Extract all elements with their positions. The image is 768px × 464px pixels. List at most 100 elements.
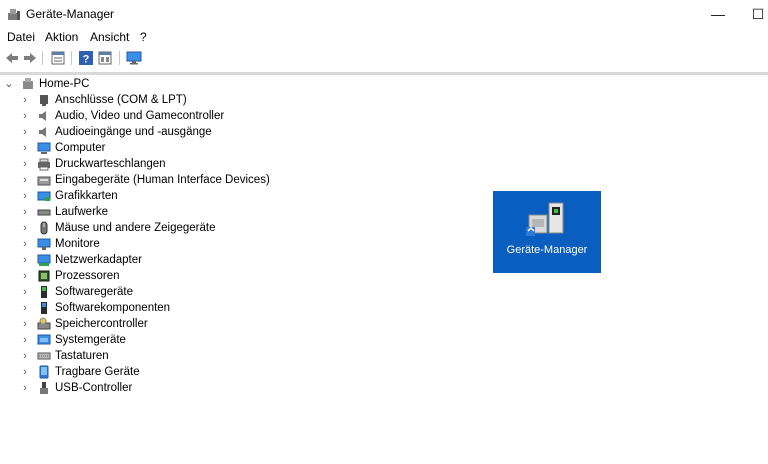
tree-item[interactable]: › Computer <box>20 140 320 156</box>
tree-item-label: Tastaturen <box>55 350 109 362</box>
toolbar-separator <box>42 51 43 65</box>
forward-icon[interactable] <box>22 50 38 66</box>
system-device-icon <box>37 334 51 345</box>
tree-item[interactable]: › Grafikkarten <box>20 188 320 204</box>
menu-view[interactable]: Ansicht <box>90 30 129 44</box>
tree-item[interactable]: › Tragbare Geräte <box>20 364 320 380</box>
usb-icon <box>40 382 48 394</box>
speaker-icon <box>39 111 46 121</box>
tree-item[interactable]: › Monitore <box>20 236 320 252</box>
speaker-icon <box>39 127 46 137</box>
computer-icon <box>37 142 51 154</box>
chevron-right-icon[interactable]: › <box>20 124 30 140</box>
chevron-right-icon[interactable]: › <box>20 108 30 124</box>
menu-bar: Datei Aktion Ansicht ? <box>0 28 768 46</box>
chevron-right-icon[interactable]: › <box>20 268 30 284</box>
chevron-right-icon[interactable]: › <box>20 92 30 108</box>
svg-text:?: ? <box>83 54 90 66</box>
toolbar: ? <box>0 46 768 70</box>
tree-item[interactable]: › Prozessoren <box>20 268 320 284</box>
chevron-right-icon[interactable]: › <box>20 188 30 204</box>
display-adapter-icon <box>37 191 51 201</box>
minimize-button[interactable]: — <box>698 0 738 28</box>
tree-item[interactable]: › Audioeingänge und -ausgänge <box>20 124 320 140</box>
tree-item-label: Eingabegeräte (Human Interface Devices) <box>55 174 270 186</box>
tree-item[interactable]: › Audio, Video und Gamecontroller <box>20 108 320 124</box>
menu-help[interactable]: ? <box>140 30 147 44</box>
tree-root[interactable]: ⌄ Home-PC <box>4 76 204 92</box>
tree-item[interactable]: › Laufwerke <box>20 204 320 220</box>
tree-item[interactable]: › Anschlüsse (COM & LPT) <box>20 92 320 108</box>
chevron-down-icon[interactable]: ⌄ <box>4 76 14 92</box>
tree-item[interactable]: › Softwaregeräte <box>20 284 320 300</box>
help-icon[interactable]: ? <box>78 50 94 66</box>
chevron-right-icon[interactable]: › <box>20 236 30 252</box>
tree-item[interactable]: › Tastaturen <box>20 348 320 364</box>
tree-item-label: Tragbare Geräte <box>55 366 140 378</box>
chevron-right-icon[interactable]: › <box>20 172 30 188</box>
maximize-button[interactable]: ☐ <box>738 0 768 28</box>
tree-item-label: Anschlüsse (COM & LPT) <box>55 94 187 106</box>
chevron-right-icon[interactable]: › <box>20 284 30 300</box>
tree-item-label: Grafikkarten <box>55 190 118 202</box>
back-icon[interactable] <box>4 50 20 66</box>
tree-item-label: Audio, Video und Gamecontroller <box>55 110 225 122</box>
chevron-right-icon[interactable]: › <box>20 316 30 332</box>
computer-monitor-icon[interactable] <box>126 50 142 66</box>
tree-item-label: Monitore <box>55 238 100 250</box>
computer-root-icon <box>23 78 33 89</box>
chevron-right-icon[interactable]: › <box>20 156 30 172</box>
tree-item[interactable]: › Druckwarteschlangen <box>20 156 320 172</box>
processor-icon <box>38 270 50 282</box>
tree-item-label: Mäuse und andere Zeigegeräte <box>55 222 216 234</box>
menu-action[interactable]: Aktion <box>45 30 78 44</box>
toolbar-separator <box>119 51 120 65</box>
chevron-right-icon[interactable]: › <box>20 140 30 156</box>
monitor-icon <box>37 238 51 250</box>
tree-item-label: Softwaregeräte <box>55 286 133 298</box>
tree-item[interactable]: › Eingabegeräte (Human Interface Devices) <box>20 172 320 188</box>
device-manager-icon <box>526 202 564 236</box>
chevron-right-icon[interactable]: › <box>20 204 30 220</box>
chevron-right-icon[interactable]: › <box>20 348 30 364</box>
tree-item-label: Speichercontroller <box>55 318 148 330</box>
tree-root-label: Home-PC <box>39 78 90 90</box>
tree-item[interactable]: › Systemgeräte <box>20 332 320 348</box>
menu-file[interactable]: Datei <box>7 30 35 44</box>
properties-icon[interactable] <box>50 50 66 66</box>
tree-item-label: Prozessoren <box>55 270 120 282</box>
storage-controller-icon <box>37 317 51 330</box>
tree-item-label: Laufwerke <box>55 206 109 218</box>
device-manager-icon <box>8 9 20 20</box>
chevron-right-icon[interactable]: › <box>20 364 30 380</box>
title-bar: Geräte-Manager — ☐ <box>0 0 768 28</box>
tree-item-label: Systemgeräte <box>55 334 126 346</box>
chevron-right-icon[interactable]: › <box>20 300 30 316</box>
software-component-icon <box>41 302 47 314</box>
printer-icon <box>38 158 50 171</box>
chevron-right-icon[interactable]: › <box>20 380 30 396</box>
software-device-icon <box>41 286 47 298</box>
tree-item[interactable]: › Mäuse und andere Zeigegeräte <box>20 220 320 236</box>
chevron-right-icon[interactable]: › <box>20 220 30 236</box>
tree-item-label: Computer <box>55 142 106 154</box>
device-manager-tile[interactable]: Geräte-Manager <box>493 191 601 273</box>
tree-item[interactable]: › Speichercontroller <box>20 316 320 332</box>
window-title: Geräte-Manager <box>26 7 115 21</box>
tree-item[interactable]: › Netzwerkadapter <box>20 252 320 268</box>
tree-item-label: Audioeingänge und -ausgänge <box>55 126 212 138</box>
toolbar-separator <box>71 51 72 65</box>
tree-item-label: Netzwerkadapter <box>55 254 142 266</box>
view-icon[interactable] <box>97 50 113 66</box>
hid-icon <box>37 176 51 186</box>
network-adapter-icon <box>37 254 51 266</box>
keyboard-icon <box>37 352 51 360</box>
port-icon <box>40 95 48 106</box>
portable-device-icon <box>39 365 49 379</box>
chevron-right-icon[interactable]: › <box>20 332 30 348</box>
tree-item-label: USB-Controller <box>55 382 133 394</box>
tree-item[interactable]: › Softwarekomponenten <box>20 300 320 316</box>
chevron-right-icon[interactable]: › <box>20 252 30 268</box>
mouse-icon <box>40 221 48 235</box>
tree-item[interactable]: › USB-Controller <box>20 380 320 396</box>
